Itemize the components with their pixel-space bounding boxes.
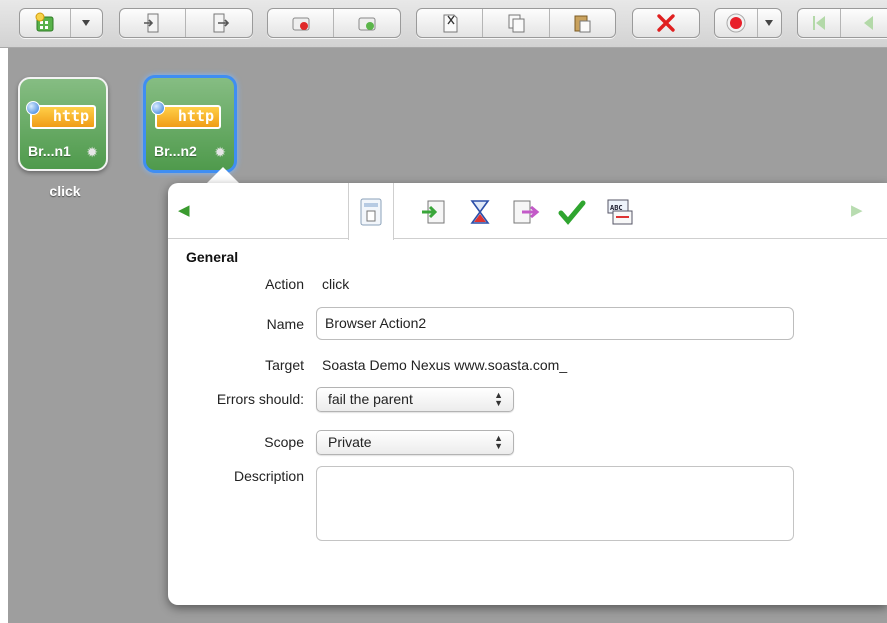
select-arrows-icon: ▲ ▼ xyxy=(494,390,503,408)
connect-button[interactable] xyxy=(334,9,400,37)
action-value: click xyxy=(322,276,350,292)
cut-button[interactable] xyxy=(417,9,484,37)
paste-icon xyxy=(574,15,591,33)
panel-pointer xyxy=(206,167,240,184)
skip-to-start-button[interactable] xyxy=(798,9,842,37)
timing-tab-icon xyxy=(470,200,490,224)
scope-select[interactable]: Private ▲ ▼ xyxy=(316,430,514,455)
name-field[interactable]: Browser Action2 xyxy=(316,307,794,340)
record-dropdown-button[interactable] xyxy=(758,9,781,37)
property-sets-tab-icon: ABC xyxy=(607,199,633,225)
outputs-tab-icon xyxy=(513,200,540,224)
description-field[interactable] xyxy=(316,466,794,541)
http-badge: http xyxy=(26,101,96,129)
errors-select-value: fail the parent xyxy=(328,391,413,407)
import-icon xyxy=(143,13,158,33)
record-icon xyxy=(726,13,746,33)
record-dropdown-icon xyxy=(765,20,774,26)
add-node-dropdown-button[interactable] xyxy=(71,9,102,37)
node-name: Br...n2 xyxy=(154,143,197,159)
skip-to-start-icon xyxy=(813,16,826,30)
errors-select[interactable]: fail the parent ▲ ▼ xyxy=(316,387,514,412)
http-badge: http xyxy=(151,101,221,129)
target-label: Target xyxy=(265,357,304,373)
errors-label: Errors should: xyxy=(216,391,304,407)
node-name: Br...n1 xyxy=(28,143,71,159)
toolbar xyxy=(0,0,887,48)
clipboard-group xyxy=(416,8,616,38)
property-panel: ◀ ABC ▶ General Action click Name Browse… xyxy=(168,183,887,605)
select-arrows-icon: ▲ ▼ xyxy=(494,433,503,451)
tab-validations[interactable] xyxy=(555,195,589,229)
disconnect-icon xyxy=(292,17,309,31)
export-button[interactable] xyxy=(186,9,252,37)
add-node-group xyxy=(19,8,103,38)
connect-icon xyxy=(358,17,376,31)
next-tab-arrow-icon[interactable]: ▶ xyxy=(851,201,863,219)
copy-button[interactable] xyxy=(483,9,550,37)
tab-general[interactable] xyxy=(348,183,394,240)
tab-inputs[interactable] xyxy=(416,195,450,229)
inputs-tab-icon xyxy=(422,200,445,224)
scope-label: Scope xyxy=(264,434,304,450)
step-back-button[interactable] xyxy=(841,9,887,37)
delete-button[interactable] xyxy=(633,9,699,37)
action-label: Action xyxy=(265,276,304,292)
gear-icon[interactable]: ✹ xyxy=(86,145,98,159)
name-label: Name xyxy=(266,316,304,332)
paste-button[interactable] xyxy=(550,9,615,37)
node-protocol: http xyxy=(52,107,89,125)
import-export-group xyxy=(119,8,253,38)
node-protocol: http xyxy=(177,107,214,125)
add-node-button[interactable] xyxy=(20,9,71,37)
scope-select-value: Private xyxy=(328,434,372,450)
dropdown-arrow-icon xyxy=(82,20,91,26)
cut-icon xyxy=(443,14,458,33)
add-node-icon xyxy=(35,12,54,32)
connection-group xyxy=(267,8,401,38)
tab-timing[interactable] xyxy=(463,195,497,229)
import-button[interactable] xyxy=(120,9,186,37)
playback-group xyxy=(797,8,887,38)
target-value: Soasta Demo Nexus www.soasta.com_ xyxy=(322,357,568,373)
step-back-icon xyxy=(863,16,873,30)
description-label: Description xyxy=(233,468,304,484)
delete-group xyxy=(632,8,700,38)
browser-action-node-1[interactable]: http Br...n1 ✹ xyxy=(18,77,108,171)
browser-action-node-2[interactable]: http Br...n2 ✹ xyxy=(143,75,237,173)
copy-icon xyxy=(508,14,525,33)
tab-outputs[interactable] xyxy=(509,195,543,229)
disconnect-button[interactable] xyxy=(268,9,334,37)
validations-tab-icon xyxy=(558,200,586,225)
globe-icon xyxy=(151,101,165,115)
canvas-left-edge xyxy=(0,48,8,623)
section-title: General xyxy=(186,249,239,265)
globe-icon xyxy=(26,101,40,115)
record-group xyxy=(714,8,782,38)
previous-tab-arrow-icon[interactable]: ◀ xyxy=(178,201,190,219)
export-icon xyxy=(213,13,230,33)
node-caption: click xyxy=(49,183,81,199)
gear-icon[interactable]: ✹ xyxy=(214,145,226,159)
general-tab-icon xyxy=(360,198,382,225)
panel-tab-bar: ◀ ABC ▶ xyxy=(168,183,887,240)
record-button[interactable] xyxy=(715,9,758,37)
tab-property-sets[interactable]: ABC xyxy=(603,195,637,229)
delete-icon xyxy=(657,14,675,32)
